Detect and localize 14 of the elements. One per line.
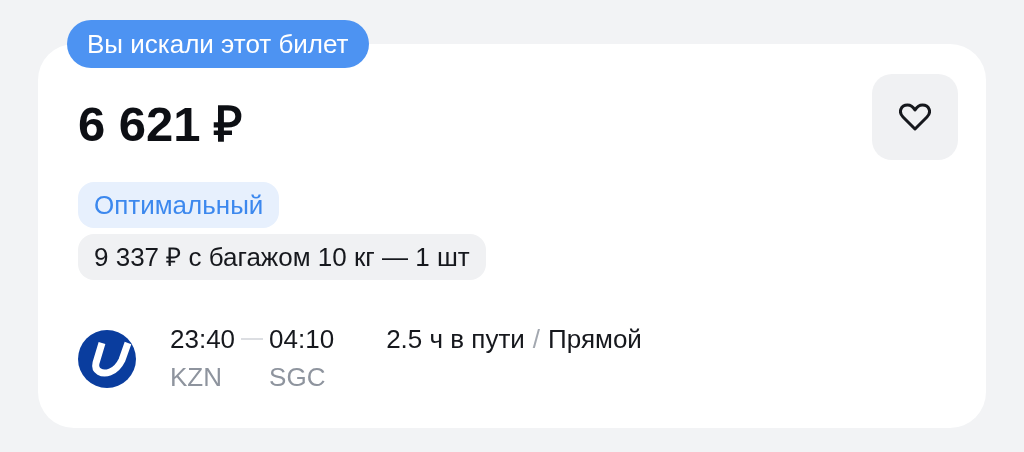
airline-logo-icon [78,330,136,388]
transfer-info: Прямой [548,324,642,354]
tag-label: Оптимальный [78,182,280,228]
arrival-time: 04:10 [269,324,335,354]
ticket-price: 6 621 ₽ [78,96,244,152]
departure-airport: KZN [170,362,223,392]
separator: / [532,324,541,354]
search-badge: Вы искали этот билет [67,20,369,68]
favorite-button[interactable] [872,74,958,160]
heart-icon [899,103,931,131]
departure-time: 23:40 [170,324,236,354]
baggage-price: 9 337 ₽ с багажом 10 кг — 1 шт [78,234,486,280]
flight-duration: 2.5 ч в пути [386,324,525,354]
arrival-airport: SGC [269,362,327,392]
